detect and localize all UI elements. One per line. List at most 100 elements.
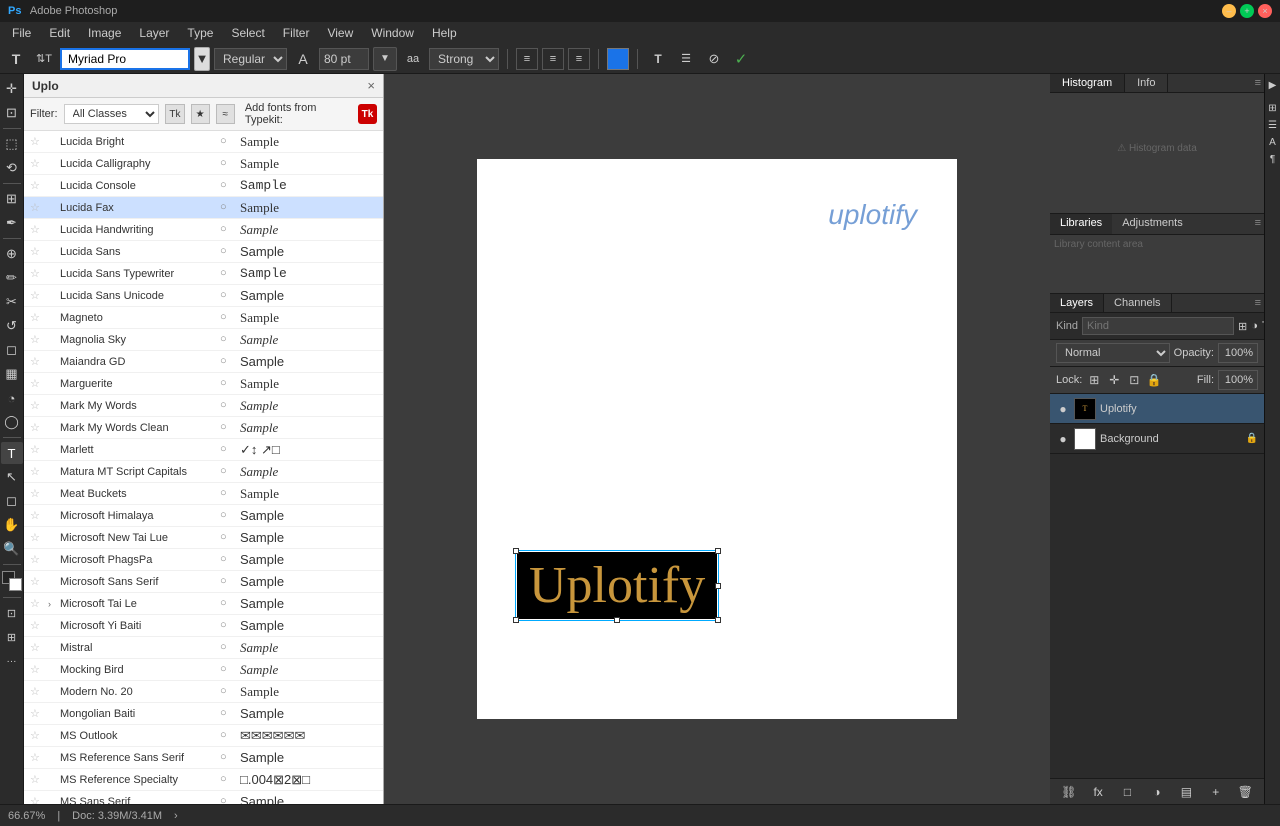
font-star-icon[interactable]: ☆ xyxy=(30,355,44,369)
tab-channels[interactable]: Channels xyxy=(1104,294,1171,312)
similar-filter-icon[interactable]: ≈ xyxy=(216,104,235,124)
font-item[interactable]: ☆Magneto○Sample xyxy=(24,307,383,329)
align-left-button[interactable]: ≡ xyxy=(516,48,538,70)
add-mask-button[interactable]: □ xyxy=(1120,784,1136,800)
eraser-tool[interactable]: ◻ xyxy=(1,339,23,361)
font-size-input[interactable] xyxy=(319,48,369,70)
filter-select[interactable]: All Classes xyxy=(64,104,160,124)
font-star-icon[interactable]: ☆ xyxy=(30,421,44,435)
close-button[interactable]: × xyxy=(1258,4,1272,18)
font-item[interactable]: ☆Marguerite○Sample xyxy=(24,373,383,395)
font-item[interactable]: ☆MS Reference Sans Serif○Sample xyxy=(24,747,383,769)
commit-button[interactable]: ✓ xyxy=(730,48,752,70)
right-top-menu[interactable]: ≡ xyxy=(1252,74,1264,92)
font-item[interactable]: ☆Lucida Bright○Sample xyxy=(24,131,383,153)
artboard-tool[interactable]: ⊡ xyxy=(1,102,23,124)
marquee-tool[interactable]: ⬚ xyxy=(1,133,23,155)
align-center-button[interactable]: ≡ xyxy=(542,48,564,70)
font-item[interactable]: ☆Mark My Words Clean○Sample xyxy=(24,417,383,439)
font-star-icon[interactable]: ☆ xyxy=(30,245,44,259)
tab-adjustments[interactable]: Adjustments xyxy=(1112,214,1193,234)
minimize-button[interactable]: – xyxy=(1222,4,1236,18)
text-tool[interactable]: T xyxy=(1,442,23,464)
font-item[interactable]: ☆MS Sans Serif○Sample xyxy=(24,791,383,804)
history-brush-tool[interactable]: ↺ xyxy=(1,315,23,337)
menu-window[interactable]: Window xyxy=(363,24,422,42)
handle-tl[interactable] xyxy=(513,548,519,554)
font-star-icon[interactable]: ☆ xyxy=(30,795,44,805)
font-star-icon[interactable]: ☆ xyxy=(30,267,44,281)
font-item[interactable]: ☆Marlett○✓↕ ↗□ xyxy=(24,439,383,461)
brush-tool[interactable]: ✏ xyxy=(1,267,23,289)
font-star-icon[interactable]: ☆ xyxy=(30,289,44,303)
font-star-icon[interactable]: ☆ xyxy=(30,135,44,149)
new-adjustment-button[interactable]: ◑ xyxy=(1149,784,1165,800)
fill-input[interactable] xyxy=(1218,370,1258,390)
font-item[interactable]: ☆Mongolian Baiti○Sample xyxy=(24,703,383,725)
font-star-icon[interactable]: ☆ xyxy=(30,443,44,457)
panel-icon-1[interactable]: ⊞ xyxy=(1266,101,1280,115)
font-star-icon[interactable]: ☆ xyxy=(30,509,44,523)
font-item[interactable]: ☆Magnolia Sky○Sample xyxy=(24,329,383,351)
spot-healing-tool[interactable]: ⊕ xyxy=(1,243,23,265)
font-list[interactable]: ☆Lucida Bright○Sample☆Lucida Calligraphy… xyxy=(24,131,383,804)
blend-mode-select[interactable]: Normal xyxy=(1056,343,1170,363)
menu-filter[interactable]: Filter xyxy=(275,24,318,42)
font-star-icon[interactable]: ☆ xyxy=(30,641,44,655)
maximize-button[interactable]: + xyxy=(1240,4,1254,18)
font-star-icon[interactable]: ☆ xyxy=(30,201,44,215)
link-layers-button[interactable]: ⛓ xyxy=(1061,784,1077,800)
font-star-icon[interactable]: ☆ xyxy=(30,729,44,743)
layer-item-uplotify[interactable]: ● T Uplotify xyxy=(1050,394,1264,424)
font-item[interactable]: ☆Mocking Bird○Sample xyxy=(24,659,383,681)
kind-search-input[interactable] xyxy=(1082,317,1234,335)
font-item[interactable]: ☆Microsoft Yi Baiti○Sample xyxy=(24,615,383,637)
menu-file[interactable]: File xyxy=(4,24,39,42)
font-item[interactable]: ☆Microsoft Himalaya○Sample xyxy=(24,505,383,527)
menu-edit[interactable]: Edit xyxy=(41,24,78,42)
font-star-icon[interactable]: ☆ xyxy=(30,157,44,171)
font-item[interactable]: ☆Modern No. 20○Sample xyxy=(24,681,383,703)
font-star-icon[interactable]: ☆ xyxy=(30,707,44,721)
handle-bm[interactable] xyxy=(614,617,620,623)
layer-item-background[interactable]: ● Background 🔒 xyxy=(1050,424,1264,454)
crop-tool[interactable]: ⊞ xyxy=(1,188,23,210)
font-star-icon[interactable]: ☆ xyxy=(30,619,44,633)
font-item[interactable]: ☆Microsoft Sans Serif○Sample xyxy=(24,571,383,593)
font-star-icon[interactable]: ☆ xyxy=(30,553,44,567)
font-item[interactable]: ☆MS Reference Specialty○□.004⊠2⊠□ xyxy=(24,769,383,791)
menu-type[interactable]: Type xyxy=(179,24,221,42)
opacity-input[interactable] xyxy=(1218,343,1258,363)
zoom-tool[interactable]: 🔍 xyxy=(1,538,23,560)
move-tool[interactable]: ✛ xyxy=(1,78,23,100)
character-panel-button[interactable]: ☰ xyxy=(674,47,698,71)
delete-layer-button[interactable]: 🗑 xyxy=(1237,784,1253,800)
menu-layer[interactable]: Layer xyxy=(131,24,177,42)
font-item[interactable]: ☆Meat Buckets○Sample xyxy=(24,483,383,505)
tab-libraries[interactable]: Libraries xyxy=(1050,214,1112,234)
tab-layers[interactable]: Layers xyxy=(1050,294,1104,312)
new-group-button[interactable]: ▤ xyxy=(1178,784,1194,800)
font-star-icon[interactable]: ☆ xyxy=(30,531,44,545)
font-item[interactable]: ☆Microsoft New Tai Lue○Sample xyxy=(24,527,383,549)
font-star-icon[interactable]: ☆ xyxy=(30,597,44,611)
no-color-button[interactable]: ⊘ xyxy=(702,47,726,71)
layers-menu[interactable]: ≡ xyxy=(1252,294,1264,312)
font-size-dropdown[interactable]: ▼ xyxy=(373,47,397,71)
font-star-icon[interactable]: ☆ xyxy=(30,333,44,347)
menu-select[interactable]: Select xyxy=(223,24,272,42)
font-item[interactable]: ☆Maiandra GD○Sample xyxy=(24,351,383,373)
libs-menu[interactable]: ≡ xyxy=(1252,214,1264,234)
layer-eye-uplotify[interactable]: ● xyxy=(1056,402,1070,416)
tab-histogram[interactable]: Histogram xyxy=(1050,74,1125,92)
screen-mode-button[interactable]: ⊞ xyxy=(1,626,23,648)
font-dropdown-arrow[interactable]: ▼ xyxy=(194,47,210,71)
font-item[interactable]: ☆›Microsoft Tai Le○Sample xyxy=(24,593,383,615)
font-star-icon[interactable]: ☆ xyxy=(30,377,44,391)
text-orientation-button[interactable]: ⇅T xyxy=(32,47,56,71)
font-star-icon[interactable]: ☆ xyxy=(30,223,44,237)
menu-view[interactable]: View xyxy=(319,24,361,42)
panel-icon-3[interactable]: A xyxy=(1266,135,1280,149)
font-item[interactable]: ☆Lucida Calligraphy○Sample xyxy=(24,153,383,175)
star-filter-icon[interactable]: ★ xyxy=(191,104,210,124)
